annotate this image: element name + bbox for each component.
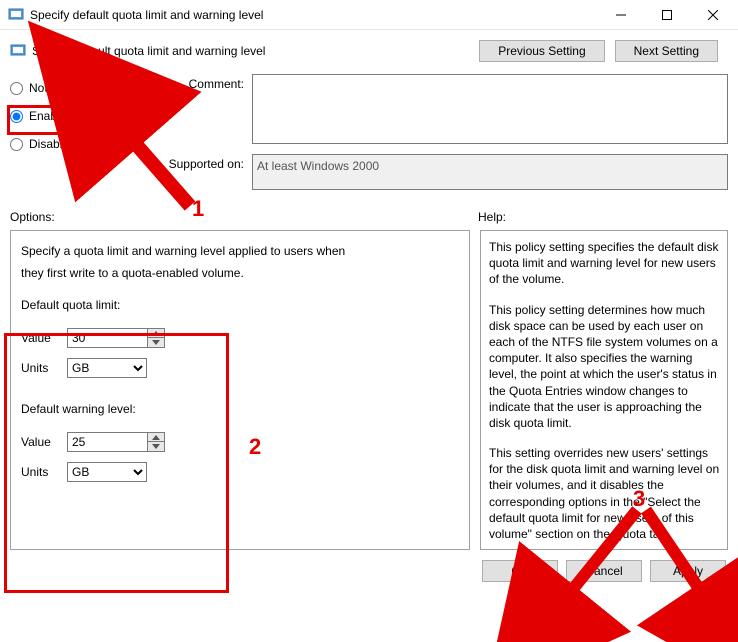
- radio-label: Not Configured: [29, 81, 110, 95]
- units-label: Units: [21, 465, 59, 479]
- options-panel: Specify a quota limit and warning level …: [10, 230, 470, 550]
- help-label: Help:: [478, 210, 506, 224]
- supported-label: Supported on:: [160, 154, 252, 190]
- state-enabled[interactable]: Enabled: [10, 102, 150, 130]
- close-button[interactable]: [690, 0, 736, 30]
- gpedit-icon: [10, 43, 26, 59]
- warn-units-select[interactable]: GB: [67, 462, 147, 482]
- comment-textarea[interactable]: [252, 74, 728, 144]
- maximize-button[interactable]: [644, 0, 690, 30]
- value-label: Value: [21, 435, 59, 449]
- titlebar: Specify default quota limit and warning …: [0, 0, 738, 30]
- cancel-button[interactable]: Cancel: [566, 560, 642, 582]
- previous-setting-button[interactable]: Previous Setting: [479, 40, 604, 62]
- gpedit-icon: [8, 7, 24, 23]
- state-disabled[interactable]: Disabled: [10, 130, 150, 158]
- ok-button[interactable]: OK: [482, 560, 558, 582]
- comment-label: Comment:: [160, 74, 252, 144]
- radio-disabled[interactable]: [10, 138, 23, 151]
- header: Specify default quota limit and warning …: [0, 30, 738, 74]
- radio-enabled[interactable]: [10, 110, 23, 123]
- apply-button[interactable]: Apply: [650, 560, 726, 582]
- watermark: wsxdn.com: [682, 605, 732, 616]
- options-description: Specify a quota limit and warning level …: [21, 241, 459, 284]
- dialog-footer: OK Cancel Apply: [0, 550, 738, 592]
- state-radio-group: Not Configured Enabled Disabled: [10, 74, 150, 200]
- window-title: Specify default quota limit and warning …: [30, 8, 598, 22]
- value-label: Value: [21, 331, 59, 345]
- limit-units-select[interactable]: GB: [67, 358, 147, 378]
- state-not-configured[interactable]: Not Configured: [10, 74, 150, 102]
- spin-up-icon[interactable]: [148, 433, 164, 442]
- spin-down-icon[interactable]: [148, 442, 164, 451]
- supported-on-box: At least Windows 2000: [252, 154, 728, 190]
- policy-subtitle: Specify default quota limit and warning …: [32, 44, 479, 58]
- options-label: Options:: [10, 210, 478, 224]
- default-warning-level-group: Default warning level: Value Units GB: [21, 402, 459, 492]
- next-setting-button[interactable]: Next Setting: [615, 40, 718, 62]
- limit-value-spinner[interactable]: [67, 328, 165, 348]
- radio-not-configured[interactable]: [10, 82, 23, 95]
- units-label: Units: [21, 361, 59, 375]
- warn-value-input[interactable]: [67, 432, 147, 452]
- spin-down-icon[interactable]: [148, 338, 164, 347]
- default-quota-limit-group: Default quota limit: Value Units GB: [21, 298, 459, 388]
- radio-label: Enabled: [29, 109, 73, 123]
- warn-legend: Default warning level:: [21, 402, 459, 416]
- spin-up-icon[interactable]: [148, 329, 164, 338]
- help-panel[interactable]: This policy setting specifies the defaul…: [480, 230, 728, 550]
- help-text: This policy setting determines how much …: [489, 302, 723, 432]
- help-text: This setting overrides new users' settin…: [489, 445, 723, 542]
- radio-label: Disabled: [29, 137, 76, 151]
- limit-legend: Default quota limit:: [21, 298, 459, 312]
- warn-value-spinner[interactable]: [67, 432, 165, 452]
- minimize-button[interactable]: [598, 0, 644, 30]
- limit-value-input[interactable]: [67, 328, 147, 348]
- help-text: This policy setting specifies the defaul…: [489, 239, 723, 288]
